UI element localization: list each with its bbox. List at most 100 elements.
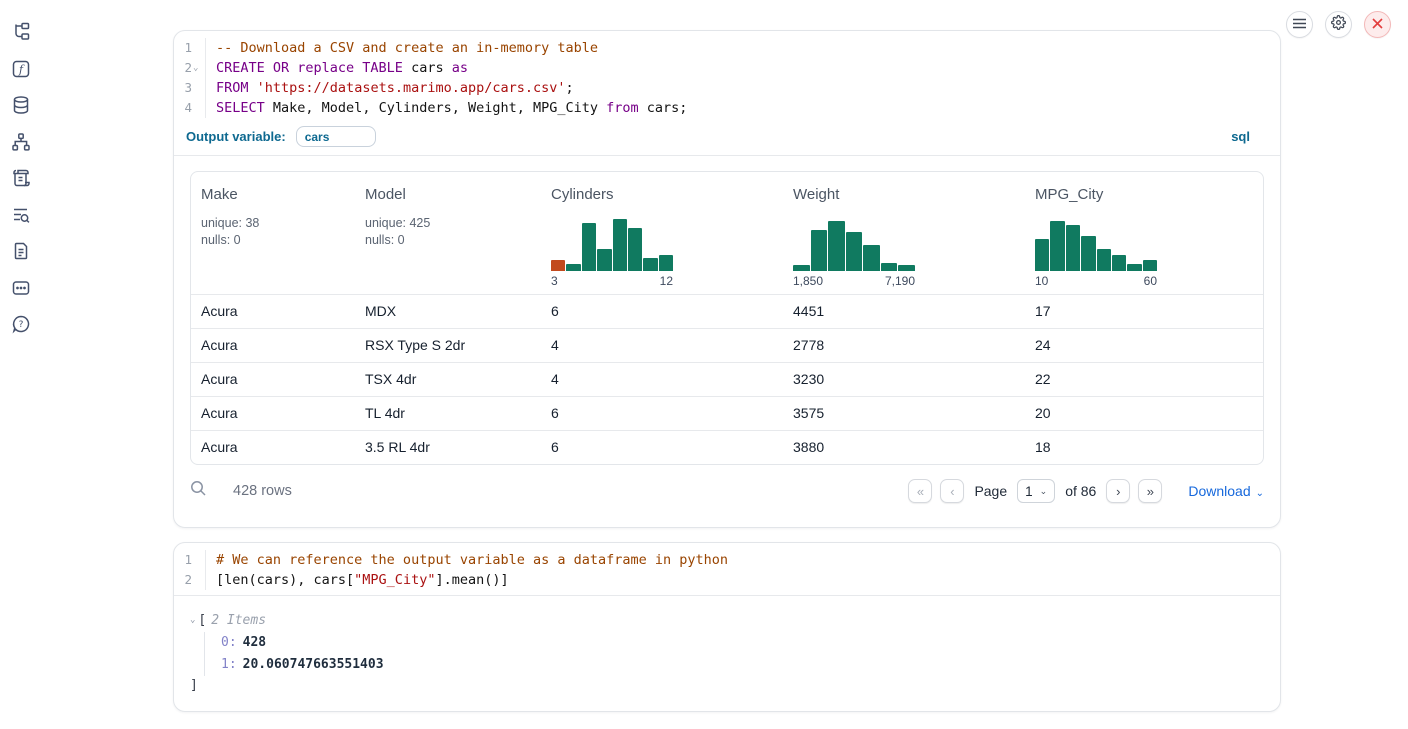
table-row[interactable]: Acura3.5 RL 4dr6388018 xyxy=(191,430,1263,464)
variables-icon[interactable]: f xyxy=(11,59,31,79)
histogram-bar[interactable] xyxy=(1066,225,1080,271)
histogram-bar[interactable] xyxy=(551,260,565,271)
table-row[interactable]: AcuraTL 4dr6357520 xyxy=(191,396,1263,430)
axis-min-label: 1,850 xyxy=(793,274,823,288)
table-cell: 3.5 RL 4dr xyxy=(355,431,541,464)
histogram-bar[interactable] xyxy=(566,264,580,271)
table-row[interactable]: AcuraRSX Type S 2dr4277824 xyxy=(191,328,1263,362)
prev-page-button[interactable]: ‹ xyxy=(940,479,964,503)
table-cell: 3575 xyxy=(783,397,1025,430)
mpg-city-histogram xyxy=(1035,219,1157,271)
first-page-button[interactable]: « xyxy=(908,479,932,503)
dependency-graph-icon[interactable] xyxy=(11,132,31,152)
file-tree-icon[interactable] xyxy=(11,22,31,42)
column-header-make[interactable]: Make unique: 38 nulls: 0 xyxy=(191,186,355,288)
histogram-bar[interactable] xyxy=(613,219,627,271)
page-label: Page xyxy=(974,483,1007,499)
search-icon[interactable] xyxy=(190,480,207,502)
histogram-bar[interactable] xyxy=(846,232,863,271)
histogram-bar[interactable] xyxy=(659,255,673,271)
table-cell: 2778 xyxy=(783,329,1025,362)
histogram-bar[interactable] xyxy=(881,263,898,271)
histogram-bar[interactable] xyxy=(1127,264,1141,271)
chevron-down-icon: ⌄ xyxy=(1256,488,1264,499)
list-item: 1: 20.060747663551403 xyxy=(221,654,1264,676)
column-header-model[interactable]: Model unique: 425 nulls: 0 xyxy=(355,186,541,288)
column-header-cylinders[interactable]: Cylinders 3 12 xyxy=(541,186,783,288)
table-cell: 3880 xyxy=(783,431,1025,464)
histogram-bar[interactable] xyxy=(793,265,810,271)
table-cell: 4 xyxy=(541,329,783,362)
histogram-bar[interactable] xyxy=(628,228,642,271)
help-icon[interactable]: ? xyxy=(11,314,31,334)
datasources-icon[interactable] xyxy=(11,95,31,115)
histogram-bar[interactable] xyxy=(863,245,880,271)
histogram-bar[interactable] xyxy=(828,221,845,271)
histogram-bar[interactable] xyxy=(1143,260,1157,271)
sql-editor[interactable]: 1 2⌄ 3 4 -- Download a CSV and create an… xyxy=(174,31,1280,123)
scratchpad-icon[interactable] xyxy=(11,168,31,188)
menu-button[interactable] xyxy=(1286,11,1313,38)
close-button[interactable] xyxy=(1364,11,1391,38)
documentation-icon[interactable] xyxy=(11,241,31,261)
download-button[interactable]: Download ⌄ xyxy=(1188,483,1264,499)
code-line: [len(cars), cars["MPG_City"].mean()] xyxy=(216,570,1280,590)
fold-chevron-icon[interactable]: ⌄ xyxy=(193,58,202,78)
table-cell: TSX 4dr xyxy=(355,363,541,396)
table-cell: Acura xyxy=(191,295,355,328)
pagination: « ‹ Page 1 ⌄ of 86 › » Download ⌄ xyxy=(908,479,1264,503)
column-null-count: nulls: 0 xyxy=(365,232,533,249)
histogram-bar[interactable] xyxy=(1050,221,1064,271)
item-index: 1: xyxy=(221,657,237,672)
hamburger-icon xyxy=(1293,16,1306,34)
histogram-bar[interactable] xyxy=(1035,239,1049,271)
python-output-area: ⌄ [ 2 Items 0:428 1:20.060747663551403 ] xyxy=(174,596,1280,711)
table-cell: 6 xyxy=(541,295,783,328)
table-cell: 20 xyxy=(1025,397,1263,430)
settings-button[interactable] xyxy=(1325,11,1352,38)
close-bracket: ] xyxy=(190,678,1264,693)
last-page-button[interactable]: » xyxy=(1138,479,1162,503)
line-number-gutter: 1 2 xyxy=(174,550,206,590)
python-editor[interactable]: 1 2 # We can reference the output variab… xyxy=(174,543,1280,595)
column-unique-count: unique: 38 xyxy=(201,215,347,232)
histogram-bar[interactable] xyxy=(597,249,611,271)
table-cell: 6 xyxy=(541,431,783,464)
axis-max-label: 60 xyxy=(1144,274,1157,288)
language-badge: sql xyxy=(1231,129,1250,144)
output-variable-label: Output variable: xyxy=(186,129,286,144)
table-cell: 22 xyxy=(1025,363,1263,396)
item-value: 20.060747663551403 xyxy=(243,657,384,672)
next-page-button[interactable]: › xyxy=(1106,479,1130,503)
table-row[interactable]: AcuraMDX6445117 xyxy=(191,294,1263,328)
collapse-chevron-icon[interactable]: ⌄ xyxy=(190,615,195,625)
histogram-bar[interactable] xyxy=(811,230,828,271)
output-variable-input[interactable] xyxy=(296,126,376,147)
table-cell: MDX xyxy=(355,295,541,328)
sql-output-area: Make unique: 38 nulls: 0 Model unique: 4… xyxy=(174,156,1280,527)
sidebar: f xyxy=(0,0,44,729)
histogram-bar[interactable] xyxy=(1081,236,1095,271)
chevron-down-icon: ⌄ xyxy=(1040,486,1048,497)
histogram-bar[interactable] xyxy=(1097,249,1111,271)
table-footer: 428 rows « ‹ Page 1 ⌄ of 86 › » Download… xyxy=(190,471,1264,511)
histogram-bar[interactable] xyxy=(643,258,657,271)
histogram-bar[interactable] xyxy=(1112,255,1126,271)
histogram-bar[interactable] xyxy=(898,265,915,271)
column-null-count: nulls: 0 xyxy=(201,232,347,249)
data-table: Make unique: 38 nulls: 0 Model unique: 4… xyxy=(190,171,1264,465)
items-count-label: 2 Items xyxy=(211,613,266,628)
snippets-icon[interactable] xyxy=(11,278,31,298)
python-code: # We can reference the output variable a… xyxy=(206,550,1280,590)
row-count: 428 rows xyxy=(233,483,292,499)
code-line: # We can reference the output variable a… xyxy=(216,550,1280,570)
column-header-weight[interactable]: Weight 1,850 7,190 xyxy=(783,186,1025,288)
sql-cell: 1 2⌄ 3 4 -- Download a CSV and create an… xyxy=(173,30,1281,528)
histogram-bar[interactable] xyxy=(582,223,596,271)
table-row[interactable]: AcuraTSX 4dr4323022 xyxy=(191,362,1263,396)
table-cell: 3230 xyxy=(783,363,1025,396)
axis-min-label: 3 xyxy=(551,274,558,288)
page-select[interactable]: 1 ⌄ xyxy=(1017,479,1055,503)
column-header-mpg-city[interactable]: MPG_City 10 60 xyxy=(1025,186,1263,288)
logs-icon[interactable] xyxy=(11,205,31,225)
